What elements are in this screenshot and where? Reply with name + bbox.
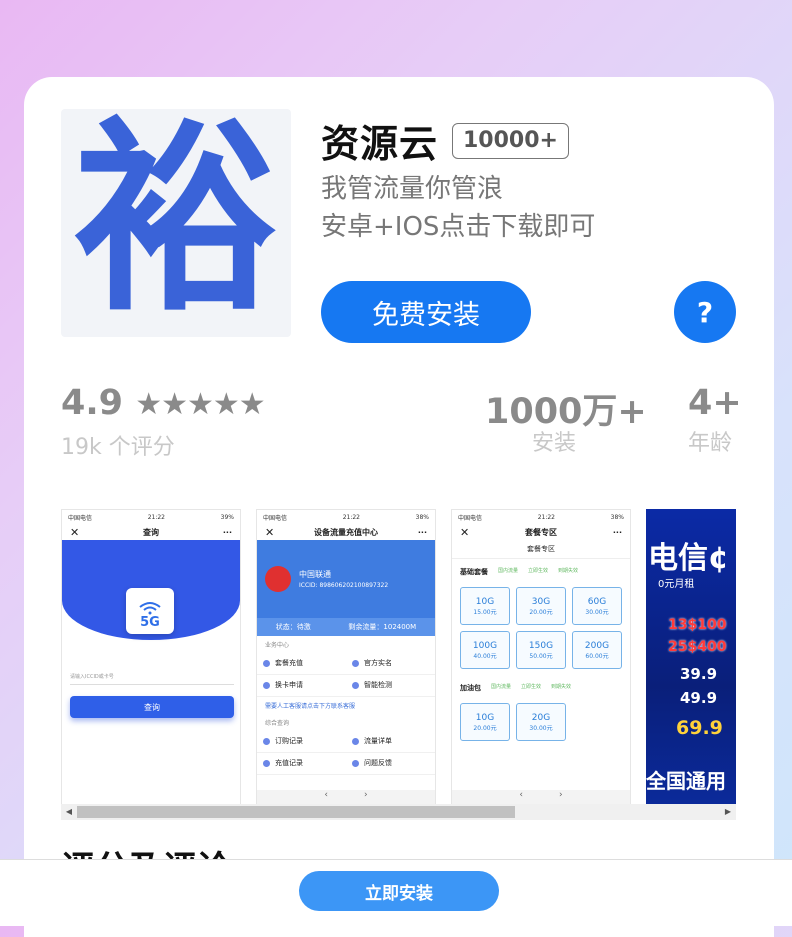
close-icon: ✕ xyxy=(265,525,275,539)
query-grid: 订购记录 流量详单 充值记录 问题反馈 xyxy=(257,731,435,775)
age-label: 年龄 xyxy=(688,431,733,456)
promo-price-1: 39.9 xyxy=(680,665,718,683)
nav-bar: ✕ 查询 ··· xyxy=(62,524,240,540)
status-bar: 中国电信 21:22 38% xyxy=(263,513,429,522)
browser-nav: ‹ › xyxy=(452,790,630,804)
forward-icon: › xyxy=(559,790,563,800)
screenshot-1[interactable]: 中国电信 21:22 39% ✕ 查询 ··· 5G 请输入ICCID或卡号 查… xyxy=(61,509,241,805)
age-rating: 4+ xyxy=(688,383,742,423)
addon-grid: 10G 20.00元 20G 30.00元 xyxy=(452,697,630,747)
app-slogan-line2: 安卓+IOS点击下载即可 xyxy=(321,212,596,242)
promo-red-1: 13$100 xyxy=(668,617,727,633)
status-strip: 状态：待激 剩余流量：102400M xyxy=(257,618,435,636)
help-button[interactable]: ? xyxy=(674,281,736,343)
rating-stars-icon: ★★★★★ xyxy=(135,387,265,422)
screenshot-carousel[interactable]: 中国电信 21:22 39% ✕ 查询 ··· 5G 请输入ICCID或卡号 查… xyxy=(61,509,736,805)
promo-red-2: 25$400 xyxy=(668,639,727,655)
carousel-scrollbar[interactable]: ◀ ▶ xyxy=(61,804,736,820)
plan-card: 30G 20.00元 xyxy=(516,587,566,625)
more-icon: ··· xyxy=(222,527,232,537)
basic-plan-header: 基础套餐 国内流量 立即生效 到期失效 xyxy=(460,568,579,576)
plan-grid: 10G 15.00元 30G 20.00元 60G 30.00元 100G 40.00元… xyxy=(452,581,630,675)
plan-card: 200G 60.00元 xyxy=(572,631,622,669)
rating-value: 4.9 xyxy=(61,383,124,423)
wifi-5g-icon: 5G xyxy=(126,588,174,634)
promo-title: 电信¢ xyxy=(648,541,729,576)
plan-card: 150G 50.00元 xyxy=(516,631,566,669)
addon-card: 10G 20.00元 xyxy=(460,703,510,741)
nav-title: 套餐专区 xyxy=(525,527,558,537)
nav-bar: ✕ 套餐专区 ··· xyxy=(452,524,630,540)
app-icon-glyph: 裕 xyxy=(73,109,279,337)
screenshot-4[interactable]: 电信¢ 0元月租 13$100 25$400 39.9 49.9 69.9 全国… xyxy=(646,509,736,805)
promo-price-3: 69.9 xyxy=(676,717,723,739)
plan-card: 60G 30.00元 xyxy=(572,587,622,625)
close-icon: ✕ xyxy=(70,525,80,539)
scroll-right-icon[interactable]: ▶ xyxy=(720,804,736,820)
nav-title: 查询 xyxy=(143,527,160,537)
plan-card: 100G 40.00元 xyxy=(460,631,510,669)
screenshot-3[interactable]: 中国电信 21:22 38% ✕ 套餐专区 ··· 套餐专区 基础套餐 国内流量… xyxy=(451,509,631,805)
downloads-badge: 10000+ xyxy=(452,123,569,159)
app-icon: 裕 xyxy=(61,109,291,337)
browser-nav: ‹ › xyxy=(257,790,435,804)
rating-row: 4.9 ★★★★★ xyxy=(61,383,266,423)
app-name: 资源云 xyxy=(321,122,439,166)
nav-title: 设备流量充值中心 xyxy=(314,527,379,537)
promo-price-2: 49.9 xyxy=(680,689,718,707)
forward-icon: › xyxy=(364,790,368,800)
scrollbar-thumb[interactable] xyxy=(77,806,515,818)
installs-label: 安装 xyxy=(532,431,577,456)
addon-card: 20G 30.00元 xyxy=(516,703,566,741)
promo-sub: 0元月租 xyxy=(658,579,695,590)
iccid-input: 请输入ICCID或卡号 xyxy=(70,670,234,685)
install-now-button[interactable]: 立即安装 xyxy=(299,871,499,911)
free-install-button[interactable]: 免费安装 xyxy=(321,281,531,343)
app-slogan-line1: 我管流量你管浪 xyxy=(321,174,504,204)
addon-header: 加油包 国内流量 立即生效 到期失效 xyxy=(460,684,572,692)
bottom-install-bar: 立即安装 xyxy=(0,859,792,926)
query-button: 查询 xyxy=(70,696,234,718)
service-grid: 套餐充值 官方实名 换卡申请 智能检测 xyxy=(257,653,435,697)
promo-bottom: 全国通用 xyxy=(646,769,726,793)
back-icon: ‹ xyxy=(324,790,328,800)
scroll-left-icon[interactable]: ◀ xyxy=(61,804,77,820)
plan-tab: 套餐专区 xyxy=(452,540,630,559)
unicom-logo-icon xyxy=(265,566,291,592)
nav-bar: ✕ 设备流量充值中心 ··· xyxy=(257,524,435,540)
more-icon: ··· xyxy=(417,527,427,537)
plan-card: 10G 15.00元 xyxy=(460,587,510,625)
status-bar: 中国电信 21:22 38% xyxy=(458,513,624,522)
app-detail-card: 裕 资源云 10000+ 我管流量你管浪 安卓+IOS点击下载即可 免费安装 ?… xyxy=(24,77,774,937)
close-icon: ✕ xyxy=(460,525,470,539)
back-icon: ‹ xyxy=(519,790,523,800)
rating-count: 19k 个评分 xyxy=(61,435,175,460)
account-header: 中国联通 ICCID: 898606202100897322 xyxy=(257,540,435,618)
more-icon: ··· xyxy=(612,527,622,537)
screenshot-2[interactable]: 中国电信 21:22 38% ✕ 设备流量充值中心 ··· 中国联通 ICCID… xyxy=(256,509,436,805)
status-bar: 中国电信 21:22 39% xyxy=(68,513,234,522)
